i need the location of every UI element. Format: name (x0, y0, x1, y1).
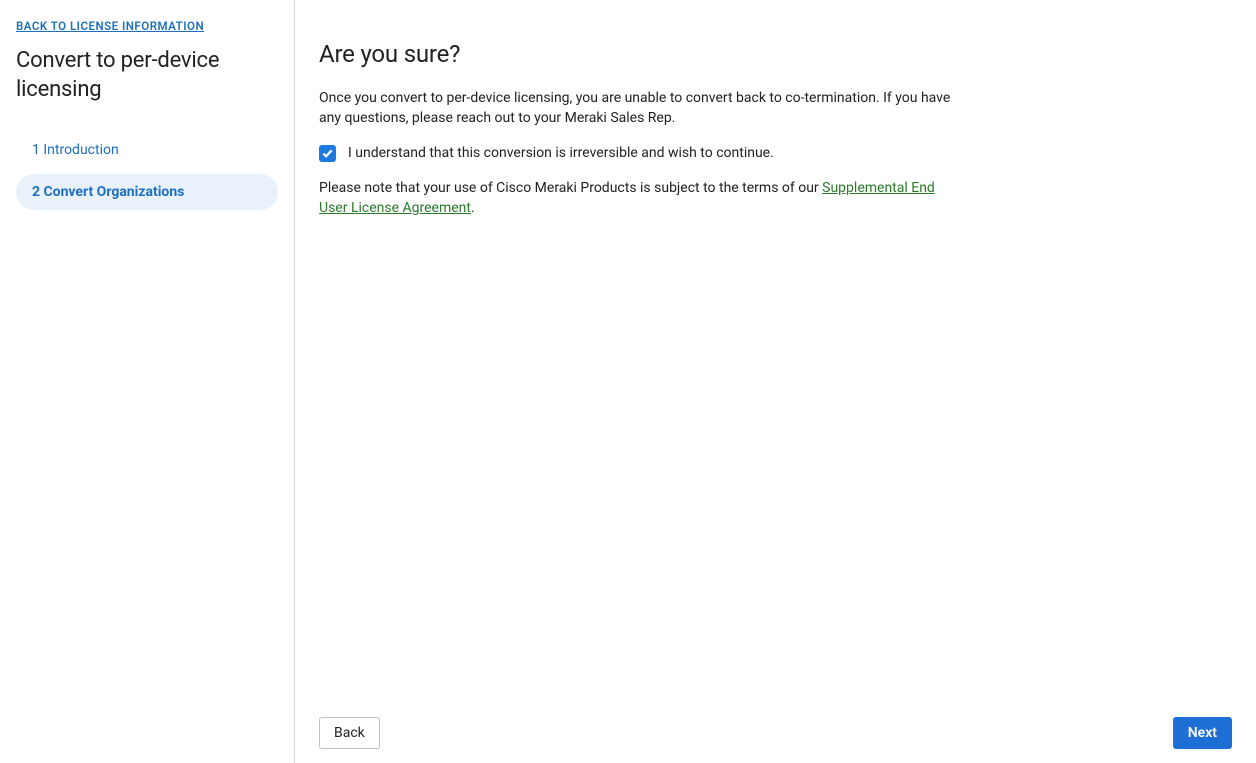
warning-text: Once you convert to per-device licensing… (319, 88, 959, 129)
confirm-checkbox[interactable] (319, 145, 336, 162)
eula-suffix: . (471, 200, 475, 216)
sidebar: BACK TO LICENSE INFORMATION Convert to p… (0, 0, 295, 763)
step-introduction[interactable]: 1 Introduction (16, 132, 278, 168)
back-to-license-link[interactable]: BACK TO LICENSE INFORMATION (16, 19, 204, 33)
footer-bar: Back Next (319, 705, 1232, 763)
page-title: Are you sure? (319, 40, 959, 68)
next-button[interactable]: Next (1173, 717, 1232, 749)
step-convert-organizations[interactable]: 2 Convert Organizations (16, 174, 278, 210)
step-label: 2 Convert Organizations (32, 184, 184, 200)
back-button[interactable]: Back (319, 717, 380, 749)
main-content: Are you sure? Once you convert to per-de… (295, 0, 1256, 763)
confirm-checkbox-label: I understand that this conversion is irr… (348, 145, 774, 161)
check-icon (322, 148, 333, 159)
eula-prefix: Please note that your use of Cisco Merak… (319, 180, 822, 196)
sidebar-title: Convert to per-device licensing (16, 47, 278, 104)
confirm-checkbox-row: I understand that this conversion is irr… (319, 145, 959, 162)
content-area: Are you sure? Once you convert to per-de… (319, 40, 959, 705)
step-label: 1 Introduction (32, 142, 119, 158)
eula-text: Please note that your use of Cisco Merak… (319, 178, 959, 219)
